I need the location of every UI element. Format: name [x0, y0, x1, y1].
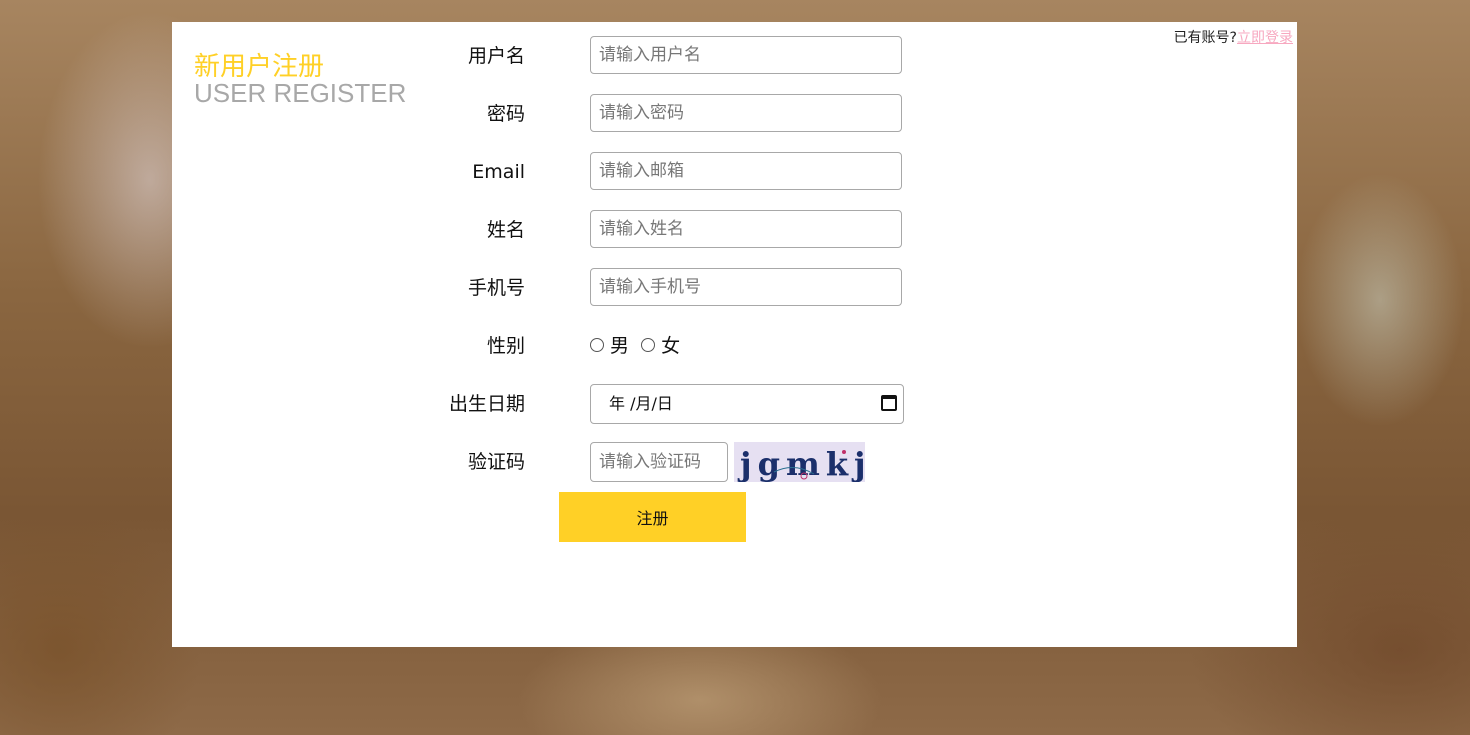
calendar-icon[interactable] [881, 395, 897, 411]
gender-radio-group: 男 女 [590, 326, 680, 366]
login-hint: 已有账号?立即登录 [1174, 27, 1293, 47]
birthday-row: 出生日期 年 /月/日 [172, 384, 972, 424]
email-label: Email [472, 161, 525, 183]
username-row: 用户名 [172, 36, 972, 76]
captcha-row: 验证码 jgmkj [172, 442, 972, 482]
email-input[interactable] [590, 152, 902, 190]
birthday-label: 出生日期 [448, 393, 525, 415]
birthday-date-value: 年 /月/日 [609, 394, 673, 413]
name-input[interactable] [590, 210, 902, 248]
name-row: 姓名 [172, 210, 972, 250]
captcha-label: 验证码 [467, 451, 525, 473]
captcha-input[interactable] [590, 442, 728, 482]
gender-label: 性别 [486, 335, 525, 357]
login-link[interactable]: 立即登录 [1237, 30, 1293, 46]
login-prompt: 已有账号? [1173, 30, 1237, 46]
name-label: 姓名 [486, 219, 525, 241]
captcha-image[interactable]: jgmkj [734, 442, 865, 482]
gender-male-label: 男 [610, 335, 630, 357]
phone-input[interactable] [590, 268, 902, 306]
register-card: 已有账号?立即登录 新用户注册 USER REGISTER 用户名 密码 Ema… [172, 22, 1297, 647]
captcha-graphic: jgmkj [737, 445, 865, 482]
gender-male-radio[interactable] [590, 338, 604, 352]
username-input[interactable] [590, 36, 902, 74]
gender-row: 性别 男 女 [172, 326, 972, 366]
phone-label: 手机号 [467, 277, 525, 299]
phone-row: 手机号 [172, 268, 972, 308]
password-row: 密码 [172, 94, 972, 134]
register-button[interactable]: 注册 [559, 492, 746, 542]
password-input[interactable] [590, 94, 902, 132]
gender-female-radio[interactable] [641, 338, 656, 352]
username-label: 用户名 [467, 45, 525, 67]
password-label: 密码 [486, 103, 525, 125]
email-row: Email [172, 152, 972, 192]
birthday-date-input[interactable]: 年 /月/日 [590, 384, 904, 424]
gender-female-label: 女 [661, 335, 681, 357]
